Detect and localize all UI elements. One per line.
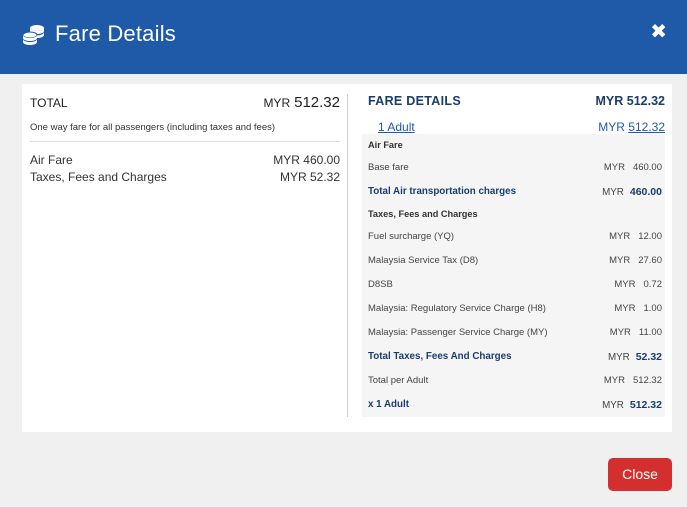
row-value: MYR 460.00 bbox=[273, 153, 340, 167]
amount: 512.32 bbox=[632, 375, 662, 386]
tax-row: Malaysia: Passenger Service Charge (MY) … bbox=[368, 327, 662, 343]
row-value: MYR 460.00 bbox=[602, 186, 662, 198]
total-currency: MYR bbox=[263, 96, 291, 110]
currency: MYR bbox=[603, 162, 625, 173]
currency: MYR bbox=[602, 187, 624, 198]
taxes-row: Taxes, Fees and Charges MYR 52.32 bbox=[30, 170, 340, 186]
total-taxes-row: Total Taxes, Fees And Charges MYR 52.32 bbox=[368, 351, 662, 367]
currency: MYR bbox=[609, 327, 631, 338]
currency: MYR bbox=[614, 279, 636, 290]
row-label: Base fare bbox=[368, 162, 409, 173]
adult-amount[interactable]: 512.32 bbox=[628, 120, 665, 134]
row-value: MYR 27.60 bbox=[609, 255, 662, 266]
currency: MYR bbox=[609, 231, 631, 242]
amount: 27.60 bbox=[638, 255, 662, 266]
row-label: Total per Adult bbox=[368, 375, 429, 386]
fare-note: One way fare for all passengers (includi… bbox=[30, 122, 276, 133]
adult-link[interactable]: 1 Adult bbox=[378, 120, 415, 134]
fare-details-title: FARE DETAILS bbox=[368, 94, 461, 108]
total-row: TOTAL MYR 512.32 bbox=[30, 94, 340, 114]
amount: 460.00 bbox=[629, 186, 662, 198]
row-value: MYR 1.00 bbox=[614, 303, 662, 314]
modal-header: Fare Details ✖ bbox=[0, 0, 687, 74]
fare-card: TOTAL MYR 512.32 One way fare for all pas… bbox=[22, 84, 672, 432]
vertical-divider bbox=[347, 94, 348, 417]
row-label: x 1 Adult bbox=[368, 399, 410, 410]
amount: 1.00 bbox=[643, 303, 663, 314]
row-value: MYR 12.00 bbox=[609, 231, 662, 242]
amount: 52.32 bbox=[635, 351, 662, 363]
row-value: MYR 512.32 bbox=[604, 375, 662, 386]
modal-title: Fare Details bbox=[55, 21, 176, 46]
amount: 12.00 bbox=[638, 231, 662, 242]
tax-row: Malaysia: Regulatory Service Charge (H8)… bbox=[368, 303, 662, 319]
tax-row: Fuel surcharge (YQ) MYR 12.00 bbox=[368, 231, 662, 247]
row-label: Taxes, Fees and Charges bbox=[30, 170, 167, 184]
row-label: Malaysia Service Tax (D8) bbox=[368, 255, 479, 266]
fare-details-total: MYR 512.32 bbox=[595, 94, 665, 108]
currency: MYR bbox=[603, 375, 625, 386]
total-label: TOTAL bbox=[30, 96, 68, 110]
row-value: MYR 52.32 bbox=[279, 170, 340, 184]
close-icon[interactable]: ✖ bbox=[650, 22, 667, 42]
close-button[interactable]: Close bbox=[608, 458, 672, 491]
row-label: Total Air transportation charges bbox=[368, 186, 517, 197]
currency: MYR bbox=[602, 400, 624, 411]
x-adult-row: x 1 Adult MYR 512.32 bbox=[368, 399, 662, 415]
row-value: MYR 512.32 bbox=[602, 399, 662, 411]
total-value: MYR 512.32 bbox=[263, 94, 340, 111]
row-label: D8SB bbox=[368, 279, 393, 290]
row-value: MYR 460.00 bbox=[604, 162, 662, 173]
row-label: Malaysia: Passenger Service Charge (MY) bbox=[368, 327, 548, 338]
total-air-row: Total Air transportation charges MYR 460.… bbox=[368, 186, 662, 202]
adult-currency: MYR bbox=[598, 120, 625, 134]
section-heading: Taxes, Fees and Charges bbox=[368, 209, 478, 219]
row-label: Fuel surcharge (YQ) bbox=[368, 231, 455, 242]
adult-value: MYR 512.32 bbox=[598, 120, 665, 134]
divider bbox=[30, 141, 340, 142]
row-value: MYR 11.00 bbox=[610, 327, 662, 338]
tax-row: D8SB MYR 0.72 bbox=[368, 279, 662, 295]
amount: 11.00 bbox=[638, 327, 662, 338]
section-heading: Air Fare bbox=[368, 140, 403, 150]
total-amount: 512.32 bbox=[294, 94, 340, 111]
air-fare-row: Air Fare MYR 460.00 bbox=[30, 153, 340, 169]
breakdown-panel: Air Fare Base fare MYR 460.00 Total Air t… bbox=[362, 134, 665, 417]
row-label: Air Fare bbox=[30, 153, 73, 167]
tax-row: Malaysia Service Tax (D8) MYR 27.60 bbox=[368, 255, 662, 271]
row-label: Malaysia: Regulatory Service Charge (H8) bbox=[368, 303, 546, 314]
amount: 0.72 bbox=[643, 279, 663, 290]
currency: MYR bbox=[607, 352, 630, 363]
amount: 460.00 bbox=[632, 162, 662, 173]
currency: MYR bbox=[609, 255, 631, 266]
currency: MYR bbox=[614, 303, 636, 314]
amount: 512.32 bbox=[629, 399, 662, 411]
row-value: MYR 0.72 bbox=[614, 279, 662, 290]
row-value: MYR 52.32 bbox=[608, 351, 662, 363]
total-per-adult-row: Total per Adult MYR 512.32 bbox=[368, 375, 662, 391]
row-label: Total Taxes, Fees And Charges bbox=[368, 351, 512, 362]
base-fare-row: Base fare MYR 460.00 bbox=[368, 162, 662, 178]
coins-icon bbox=[22, 25, 44, 45]
